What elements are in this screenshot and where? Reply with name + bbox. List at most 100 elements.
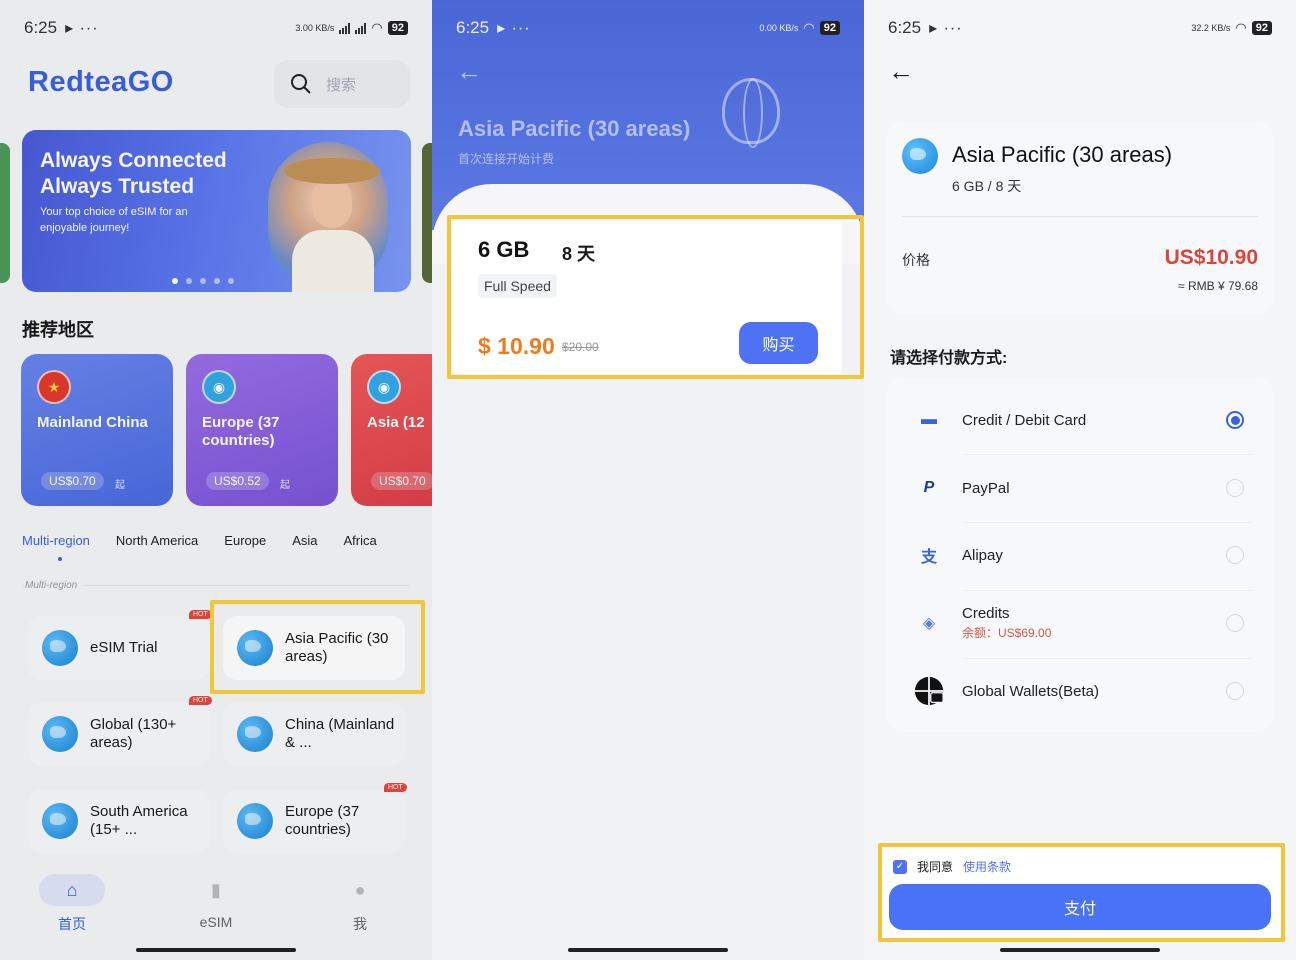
banner-next-peek[interactable] — [422, 143, 432, 283]
region-card-name: Asia (12 — [367, 414, 425, 431]
banner-subtitle: Your top choice of eSIM for an enjoyable… — [40, 206, 188, 234]
nav-me[interactable]: ● 我 — [310, 874, 410, 960]
balloon-icon — [722, 78, 780, 148]
payment-method-paypal[interactable]: P PayPal — [886, 459, 1274, 517]
signal-icon — [339, 22, 351, 34]
globe-icon — [902, 138, 938, 174]
radio-unselected[interactable] — [1226, 682, 1244, 700]
list-item-europe[interactable]: Europe (37 countries) — [223, 789, 405, 853]
signal-icon — [355, 22, 367, 34]
hot-badge: HOT — [189, 696, 212, 705]
region-card-name: Europe (37 countries) — [202, 414, 280, 449]
divider — [962, 590, 1252, 591]
region-card-china[interactable]: ★ Mainland China US$0.70 起 — [21, 354, 173, 506]
radio-unselected[interactable] — [1226, 614, 1244, 632]
globe-icon — [42, 716, 78, 752]
radio-unselected[interactable] — [1226, 479, 1244, 497]
plan-detail-screen: Asia Pacific (30 areas) 首次连接开始计费 6:25 ▸ … — [432, 0, 864, 960]
wifi-icon: ◠ — [371, 20, 383, 35]
home-screen: 6:25 ▸ ··· 3.00 KB/s ◠ 92 RedteaGO 搜索 Al… — [0, 0, 432, 960]
banner-photo-hat — [284, 158, 380, 184]
status-time: 6:25 — [24, 18, 58, 37]
radio-unselected[interactable] — [1226, 546, 1244, 564]
battery-icon: 92 — [387, 21, 408, 35]
region-card-price: US$0.70 — [41, 472, 104, 490]
list-item-south-america[interactable]: South America (15+ ... — [28, 789, 210, 853]
tab-north-america[interactable]: North America — [116, 533, 198, 548]
search-bar[interactable]: 搜索 — [274, 60, 410, 108]
region-tabs: Multi-region North America Europe Asia A… — [22, 533, 377, 548]
back-arrow-icon[interactable]: ← — [888, 56, 914, 87]
battery-icon: 92 — [819, 21, 840, 35]
item-name: Europe (37 countries) — [285, 803, 360, 838]
home-indicator — [1000, 948, 1160, 952]
payment-method-card[interactable]: ▬ Credit / Debit Card — [886, 391, 1274, 449]
payment-method-alipay[interactable]: 支 Alipay — [886, 526, 1274, 584]
active-tab-indicator — [58, 557, 62, 561]
status-time: 6:25 — [888, 18, 922, 37]
wifi-icon: ◠ — [1235, 20, 1247, 35]
status-time: 6:25 — [456, 18, 490, 37]
status-bar: 6:25 ▸ ··· 3.00 KB/s ◠ 92 — [0, 0, 432, 56]
method-name: Credits — [962, 605, 1010, 622]
region-card-asia[interactable]: ◉ Asia (12 US$0.70 — [351, 354, 432, 506]
net-speed: 3.00 KB/s — [295, 23, 335, 33]
tab-multi-region[interactable]: Multi-region — [22, 533, 90, 548]
tab-asia[interactable]: Asia — [292, 533, 317, 548]
nav-label: 首页 — [58, 916, 86, 932]
payment-method-credits[interactable]: ◈ Credits 余额：US$69.00 — [886, 594, 1274, 652]
item-name: Global (130+ areas) — [90, 716, 177, 751]
region-card-price: US$0.52 — [206, 472, 269, 490]
tab-africa[interactable]: Africa — [344, 533, 377, 548]
banner-photo-body — [292, 230, 374, 292]
divider — [962, 454, 1252, 455]
list-section-label: Multi-region — [25, 580, 84, 591]
product-name: Asia Pacific (30 areas) — [952, 142, 1173, 167]
list-item-global[interactable]: Global (130+ areas) — [28, 702, 210, 766]
region-card-suffix: 起 — [280, 480, 290, 491]
search-icon — [291, 74, 311, 94]
radio-selected[interactable] — [1226, 411, 1244, 429]
globe-icon — [237, 716, 273, 752]
banner-prev-peek[interactable] — [0, 143, 10, 283]
item-name: eSIM Trial — [90, 639, 158, 656]
hot-badge: HOT — [189, 610, 212, 619]
highlight-box — [878, 843, 1285, 942]
globe-icon — [42, 630, 78, 666]
alipay-icon: 支 — [920, 549, 937, 566]
wifi-icon: ◠ — [803, 20, 815, 35]
method-credits: Credits 余额：US$69.00 — [962, 605, 1051, 641]
region-card-name: Mainland China — [37, 414, 148, 431]
price-label: 价格 — [902, 252, 930, 268]
method-name: Alipay — [962, 546, 1003, 564]
promo-banner[interactable]: Always Connected Always Trusted Your top… — [22, 130, 411, 292]
divider — [902, 216, 1258, 217]
region-card-europe[interactable]: ◉ Europe (37 countries) US$0.52 起 — [186, 354, 338, 506]
globe-icon: ◉ — [202, 370, 236, 404]
region-card-suffix: 起 — [115, 480, 125, 491]
method-name: Global Wallets(Beta) — [962, 682, 1099, 700]
status-icons: 0.00 KB/s ◠ 92 — [759, 20, 840, 36]
payment-method-global-wallets[interactable]: Global Wallets(Beta) — [886, 662, 1274, 720]
status-icons: 32.2 KB/s ◠ 92 — [1191, 20, 1272, 36]
detail-title: Asia Pacific (30 areas) — [458, 116, 691, 141]
status-icons: 3.00 KB/s ◠ 92 — [295, 20, 408, 36]
payment-methods: ▬ Credit / Debit Card P PayPal 支 Alipay … — [886, 378, 1274, 732]
globe-icon — [237, 803, 273, 839]
sim-icon: ▮ — [211, 879, 221, 900]
price-value: US$10.90 — [1164, 246, 1258, 269]
search-placeholder: 搜索 — [326, 76, 357, 94]
tab-europe[interactable]: Europe — [224, 533, 266, 548]
list-item-china[interactable]: China (Mainland & ... — [223, 702, 405, 766]
user-icon: ● — [354, 879, 366, 900]
payment-title: 请选择付款方式: — [890, 350, 1008, 367]
back-arrow-icon[interactable]: ← — [456, 56, 482, 87]
list-item-esim-trial[interactable]: eSIM Trial — [28, 616, 210, 680]
nav-home[interactable]: ⌂ 首页 — [22, 874, 122, 960]
wallet-icon: ◈ — [922, 615, 936, 632]
bottom-nav: ⌂ 首页 ▮ eSIM ● 我 — [0, 862, 432, 960]
nav-label: eSIM — [199, 914, 233, 930]
globe-icon — [42, 803, 78, 839]
globe-wallet-icon — [914, 676, 944, 706]
item-name: China (Mainland & ... — [285, 716, 395, 751]
